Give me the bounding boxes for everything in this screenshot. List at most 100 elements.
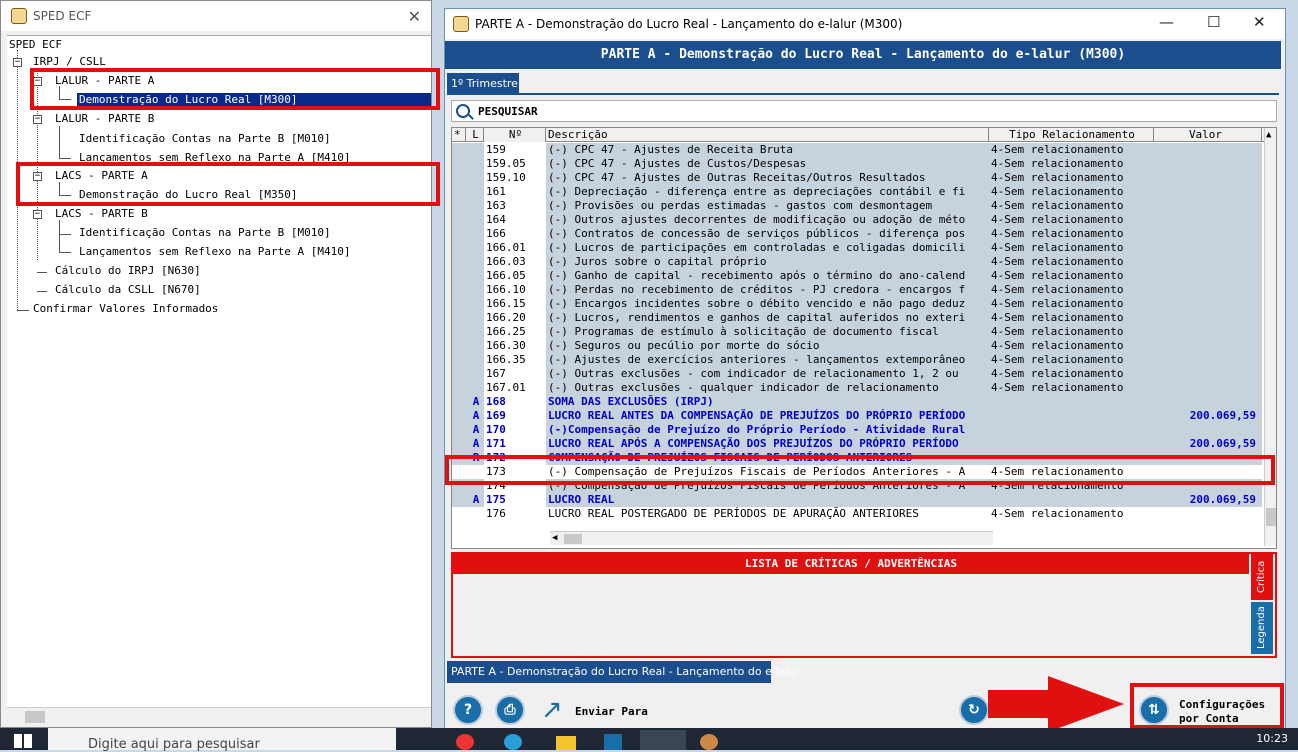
tree-lalur-parte-a[interactable]: LALUR - PARTE A xyxy=(55,74,154,88)
cell-valor[interactable]: 200.069,59 xyxy=(1154,409,1262,423)
cell-star[interactable] xyxy=(452,339,466,353)
col-header-star[interactable]: * xyxy=(452,128,466,142)
cell-star[interactable] xyxy=(452,465,466,479)
table-row[interactable]: A 169 LUCRO REAL ANTES DA COMPENSAÇÃO DE P… xyxy=(452,409,1264,423)
cell-descricao[interactable]: (-) Lucros, rendimentos e ganhos de capi… xyxy=(546,311,989,325)
cell-l[interactable]: R xyxy=(466,451,484,465)
cell-numero[interactable]: 159.05 xyxy=(484,157,546,171)
cell-l[interactable] xyxy=(466,353,484,367)
cell-tipo[interactable]: 4-Sem relacionamento xyxy=(989,507,1154,521)
table-row[interactable]: A 170 (-)Compensação de Prejuízo do Própri… xyxy=(452,423,1264,437)
cell-valor[interactable] xyxy=(1154,227,1262,241)
tree-item-identificacao-m010[interactable]: Identificação Contas na Parte B [M010] xyxy=(79,226,331,240)
cell-tipo[interactable]: 4-Sem relacionamento xyxy=(989,241,1154,255)
cell-star[interactable] xyxy=(452,353,466,367)
cell-l[interactable]: A xyxy=(466,395,484,409)
cell-tipo[interactable]: 4-Sem relacionamento xyxy=(989,143,1154,157)
cell-numero[interactable]: 175 xyxy=(484,493,546,507)
tree-item-lancamentos-m410[interactable]: Lançamentos sem Reflexo na Parte A [M410… xyxy=(79,151,351,165)
cell-descricao[interactable]: SOMA DAS EXCLUSÕES (IRPJ) xyxy=(546,395,989,409)
cell-descricao[interactable]: LUCRO REAL APÓS A COMPENSAÇÃO DOS PREJUÍ… xyxy=(546,437,989,451)
cell-numero[interactable]: 159 xyxy=(484,143,546,157)
send-arrow-icon[interactable]: ↗ xyxy=(541,695,563,725)
cell-numero[interactable]: 166.25 xyxy=(484,325,546,339)
cell-numero[interactable]: 164 xyxy=(484,213,546,227)
tab-1-trimestre[interactable]: 1º Trimestre xyxy=(447,73,519,95)
cell-star[interactable] xyxy=(452,297,466,311)
cell-valor[interactable] xyxy=(1154,143,1262,157)
cell-l[interactable] xyxy=(466,311,484,325)
cell-valor[interactable]: 200.069,59 xyxy=(1154,437,1262,451)
table-row[interactable]: 166.25 (-) Programas de estímulo à solici… xyxy=(452,325,1264,339)
cell-star[interactable] xyxy=(452,395,466,409)
por-conta-label[interactable]: por Conta xyxy=(1179,712,1239,725)
cell-tipo[interactable] xyxy=(989,437,1154,451)
cell-numero[interactable]: 173 xyxy=(484,465,546,479)
side-tab-critica[interactable]: Crítica xyxy=(1251,554,1273,600)
cell-valor[interactable] xyxy=(1154,451,1262,465)
horizontal-scrollbar[interactable] xyxy=(7,707,431,725)
table-row[interactable]: 161 (-) Depreciação - diferença entre as … xyxy=(452,185,1264,199)
cell-valor[interactable] xyxy=(1154,157,1262,171)
table-row[interactable]: A 175 LUCRO REAL 200.069,59 xyxy=(452,493,1264,507)
scroll-up-icon[interactable]: ▲ xyxy=(1266,130,1271,140)
cell-l[interactable] xyxy=(466,367,484,381)
cell-descricao[interactable]: (-) Juros sobre o capital próprio xyxy=(546,255,989,269)
enviar-para-button[interactable]: Enviar Para xyxy=(575,705,648,718)
search-field[interactable]: PESQUISAR xyxy=(451,100,1277,122)
table-row[interactable]: 173 (-) Compensação de Prejuízos Fiscais … xyxy=(452,465,1264,479)
cell-numero[interactable]: 166.20 xyxy=(484,311,546,325)
table-row[interactable]: 159.05 (-) CPC 47 - Ajustes de Custos/Des… xyxy=(452,157,1264,171)
cell-valor[interactable] xyxy=(1154,241,1262,255)
cell-tipo[interactable]: 4-Sem relacionamento xyxy=(989,381,1154,395)
config-icon[interactable]: ⇅ xyxy=(1139,695,1169,725)
cell-numero[interactable]: 171 xyxy=(484,437,546,451)
cell-valor[interactable] xyxy=(1154,171,1262,185)
tree-item-identificacao-m010[interactable]: Identificação Contas na Parte B [M010] xyxy=(79,132,331,146)
cell-tipo[interactable]: 4-Sem relacionamento xyxy=(989,283,1154,297)
cell-numero[interactable]: 174 xyxy=(484,479,546,493)
cell-tipo[interactable] xyxy=(989,395,1154,409)
cell-numero[interactable]: 166.10 xyxy=(484,283,546,297)
table-row[interactable]: 166.15 (-) Encargos incidentes sobre o dé… xyxy=(452,297,1264,311)
tree-item-demonstracao-m300[interactable]: Demonstração do Lucro Real [M300] xyxy=(77,93,431,107)
table-row[interactable]: R 172 COMPENSAÇÃO DE PREJUÍZOS FISCAIS DE … xyxy=(452,451,1264,465)
table-row[interactable]: 159.10 (-) CPC 47 - Ajustes de Outras Rec… xyxy=(452,171,1264,185)
cell-tipo[interactable]: 4-Sem relacionamento xyxy=(989,185,1154,199)
table-row[interactable]: 167.01 (-) Outras exclusões - qualquer in… xyxy=(452,381,1264,395)
collapse-icon[interactable]: − xyxy=(13,58,22,67)
side-tab-legenda[interactable]: Legenda xyxy=(1251,602,1273,654)
paint-icon[interactable] xyxy=(700,734,718,750)
cell-l[interactable]: A xyxy=(466,423,484,437)
cell-valor[interactable] xyxy=(1154,395,1262,409)
cell-star[interactable] xyxy=(452,255,466,269)
cell-tipo[interactable]: 4-Sem relacionamento xyxy=(989,157,1154,171)
cell-numero[interactable]: 167.01 xyxy=(484,381,546,395)
cell-star[interactable] xyxy=(452,185,466,199)
cell-tipo[interactable] xyxy=(989,423,1154,437)
cell-star[interactable] xyxy=(452,241,466,255)
cell-numero[interactable]: 166.01 xyxy=(484,241,546,255)
cell-tipo[interactable]: 4-Sem relacionamento xyxy=(989,367,1154,381)
cell-numero[interactable]: 169 xyxy=(484,409,546,423)
col-header-descricao[interactable]: Descrição xyxy=(546,128,989,142)
cell-numero[interactable]: 170 xyxy=(484,423,546,437)
cell-numero[interactable]: 166.35 xyxy=(484,353,546,367)
cell-tipo[interactable]: 4-Sem relacionamento xyxy=(989,479,1154,493)
cell-star[interactable] xyxy=(452,493,466,507)
print-button[interactable]: ⎙ xyxy=(495,695,525,725)
cell-l[interactable] xyxy=(466,143,484,157)
cell-l[interactable] xyxy=(466,507,484,521)
cell-valor[interactable] xyxy=(1154,199,1262,213)
tree-item-calculo-csll[interactable]: Cálculo da CSLL [N670] xyxy=(55,283,201,297)
tree-item-lancamentos-m410[interactable]: Lançamentos sem Reflexo na Parte A [M410… xyxy=(79,245,351,259)
cell-valor[interactable] xyxy=(1154,353,1262,367)
cell-star[interactable] xyxy=(452,283,466,297)
refresh-button[interactable]: ↻ xyxy=(959,695,989,725)
chrome-icon[interactable] xyxy=(456,734,474,750)
table-row[interactable]: 166.20 (-) Lucros, rendimentos e ganhos d… xyxy=(452,311,1264,325)
cell-descricao[interactable]: COMPENSAÇÃO DE PREJUÍZOS FISCAIS DE PERÍ… xyxy=(546,451,989,465)
collapse-icon[interactable]: − xyxy=(33,172,42,181)
cell-l[interactable] xyxy=(466,297,484,311)
cell-valor[interactable] xyxy=(1154,507,1262,521)
